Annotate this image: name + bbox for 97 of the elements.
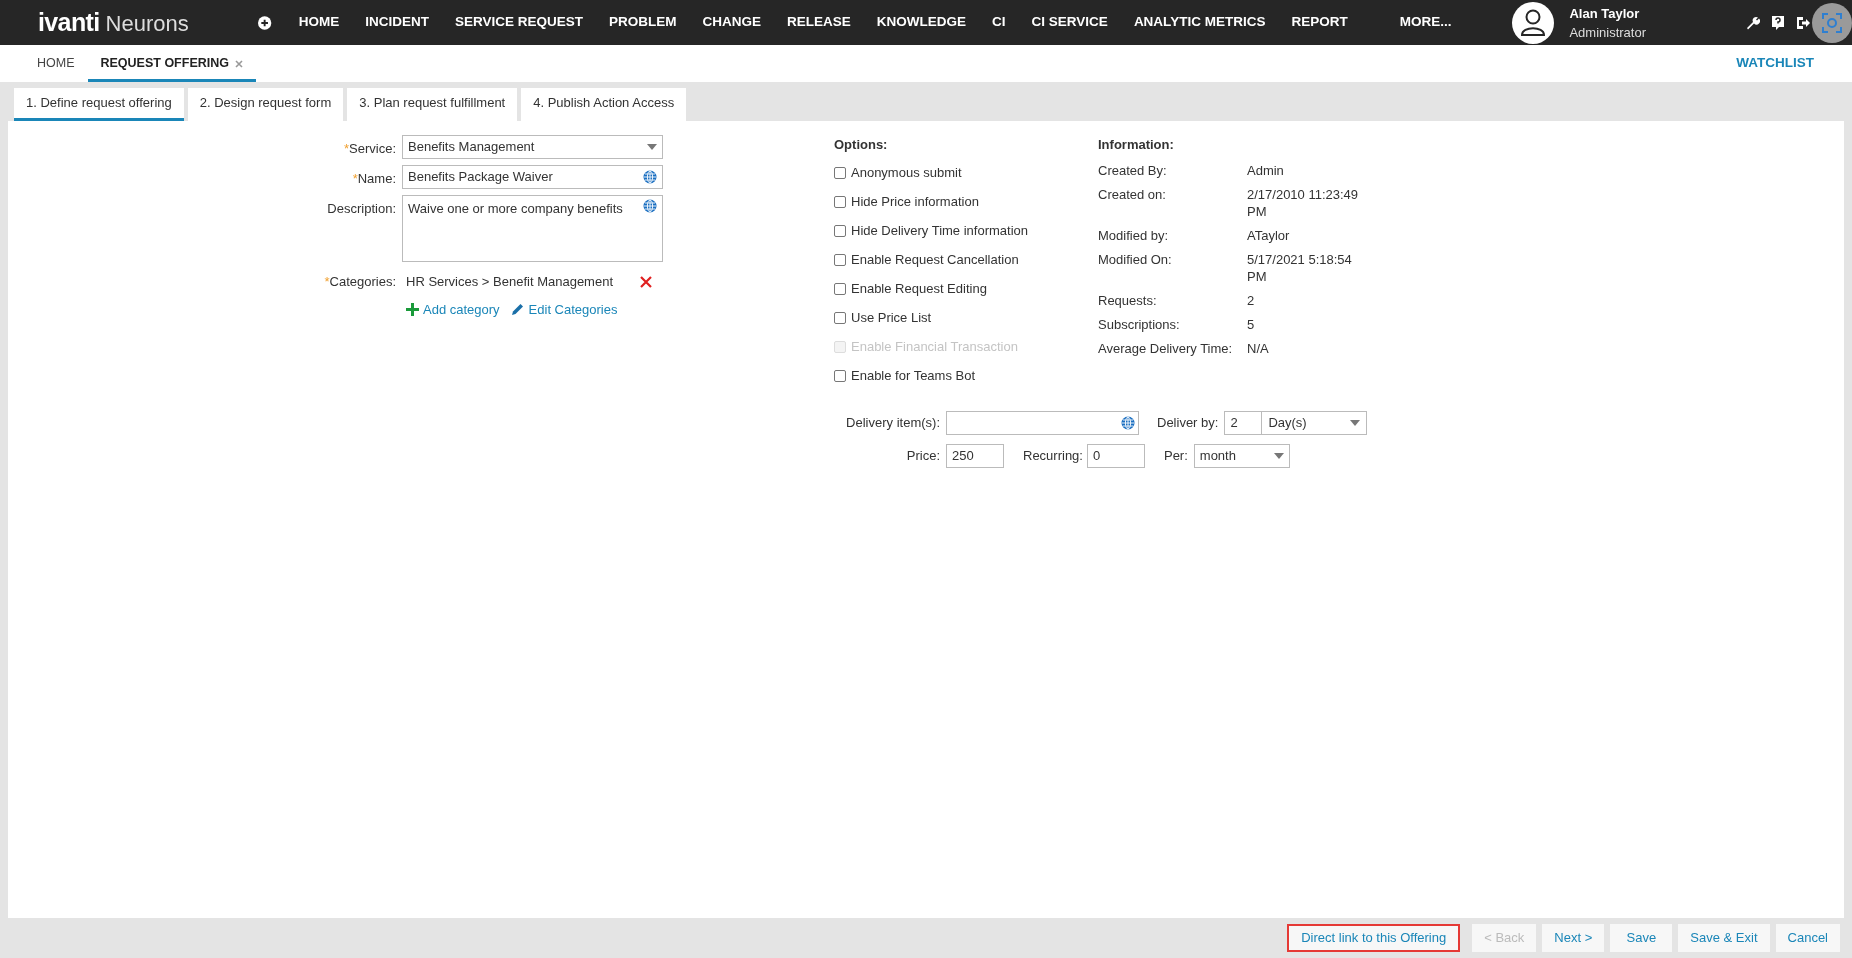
add-category-link[interactable]: Add category xyxy=(406,299,500,319)
info-value: N/A xyxy=(1247,339,1270,357)
screenshot-icon[interactable] xyxy=(1812,2,1852,43)
help-icon[interactable] xyxy=(1772,15,1784,30)
info-label: Requests: xyxy=(1098,291,1158,309)
unit-select[interactable]: Day(s) xyxy=(1262,410,1368,435)
field-label: Recurring: xyxy=(1023,446,1084,465)
remove-icon[interactable] xyxy=(640,275,652,288)
checkbox-label: Enable Request Editing xyxy=(851,280,987,299)
nav-link[interactable]: PROBLEM xyxy=(596,12,690,33)
category-value: HR Services > Benefit Management xyxy=(406,273,614,291)
checkbox[interactable] xyxy=(834,254,846,266)
service-select[interactable]: Benefits Management xyxy=(402,135,663,159)
nav-link[interactable]: REPORT xyxy=(1278,12,1361,33)
footer-button[interactable]: Direct link to this Offering xyxy=(1287,924,1461,952)
info-label: Modified by: xyxy=(1098,226,1170,244)
nav-link[interactable]: RELEASE xyxy=(774,12,864,33)
user-name: Alan Taylor xyxy=(1569,4,1641,23)
logo[interactable]: ivanti Neurons xyxy=(38,3,259,42)
info-value: 5 xyxy=(1247,315,1256,333)
plus-icon xyxy=(406,302,419,316)
checkbox-label: Anonymous submit xyxy=(851,164,962,183)
checkbox-label: Enable Request Cancellation xyxy=(851,251,1019,270)
step-tab[interactable]: 2. Design request form xyxy=(187,88,344,121)
watchlist-link[interactable]: WATCHLIST xyxy=(1736,53,1814,74)
nav-link[interactable]: KNOWLEDGE xyxy=(863,12,980,33)
recurring-field[interactable]: 0 xyxy=(1086,443,1145,468)
close-icon[interactable] xyxy=(235,59,243,68)
edit-categories-link[interactable]: Edit Categories xyxy=(511,299,618,319)
information-heading: Information: xyxy=(1098,136,1175,154)
price-field[interactable]: 250 xyxy=(946,443,1004,468)
info-label: Created on: xyxy=(1098,185,1167,204)
globe-icon[interactable] xyxy=(643,199,657,213)
required-mark: * xyxy=(352,170,358,188)
checkbox-label: Enable Financial Transaction xyxy=(851,338,1018,357)
field-label: Name: xyxy=(357,170,396,188)
avatar-icon[interactable] xyxy=(1512,1,1555,44)
per-select[interactable]: month xyxy=(1193,443,1290,468)
checkbox[interactable] xyxy=(834,196,846,208)
info-value: 5/17/2021 5:18:54 PM xyxy=(1247,250,1353,285)
nav-link[interactable]: SERVICE REQUEST xyxy=(442,12,597,33)
options-heading: Options: xyxy=(834,136,889,154)
info-label: Created By: xyxy=(1098,161,1168,179)
info-value: 2 xyxy=(1247,291,1256,309)
caret-icon xyxy=(647,144,657,150)
checkbox-label: Hide Delivery Time information xyxy=(851,222,1028,241)
logout-icon[interactable] xyxy=(1796,15,1810,30)
name-field[interactable]: Benefits Package Waiver xyxy=(402,165,663,189)
info-label: Average Delivery Time: xyxy=(1098,339,1234,357)
required-mark: * xyxy=(324,273,330,291)
wrench-icon[interactable] xyxy=(1746,15,1760,30)
add-icon[interactable] xyxy=(258,15,272,30)
nav-link[interactable]: INCIDENT xyxy=(352,12,442,33)
checkbox-label: Use Price List xyxy=(851,309,932,328)
nav-link[interactable]: ANALYTIC METRICS xyxy=(1120,12,1279,33)
step-tab[interactable]: 4. Publish Action Access xyxy=(521,88,687,121)
info-value: 2/17/2010 11:23:49 PM xyxy=(1247,185,1360,220)
page-tab[interactable]: HOME xyxy=(24,45,88,82)
field-label: Categories: xyxy=(329,273,396,291)
checkbox[interactable] xyxy=(834,283,846,295)
nav-link[interactable]: MORE... xyxy=(1386,12,1465,33)
delivery-items-field[interactable] xyxy=(946,410,1139,435)
field-label: Description: xyxy=(327,200,396,218)
caret-icon xyxy=(1350,419,1361,426)
field-label: Deliver by: xyxy=(1157,413,1220,432)
required-mark: * xyxy=(343,140,350,158)
footer-button[interactable]: Cancel xyxy=(1775,924,1840,952)
nav-link[interactable]: HOME xyxy=(285,12,353,33)
user-role: Administrator xyxy=(1569,23,1646,42)
nav-link[interactable]: CHANGE xyxy=(689,12,775,33)
field-label: Per: xyxy=(1163,446,1189,465)
footer-button[interactable]: Next > xyxy=(1542,924,1605,952)
globe-icon[interactable] xyxy=(1121,415,1135,430)
step-tab[interactable]: 1. Define request offering xyxy=(14,88,184,121)
globe-icon[interactable] xyxy=(643,170,657,184)
footer-button[interactable]: Save xyxy=(1610,924,1673,952)
info-value: ATaylor xyxy=(1247,226,1291,244)
info-value: Admin xyxy=(1247,161,1285,179)
checkbox[interactable] xyxy=(834,312,846,324)
info-label: Modified On: xyxy=(1098,250,1173,269)
caret-icon xyxy=(1273,452,1284,459)
footer-button[interactable]: Save & Exit xyxy=(1678,924,1770,952)
field-label: Delivery item(s): xyxy=(845,413,941,432)
checkbox-label: Enable for Teams Bot xyxy=(851,367,976,386)
field-label: Price: xyxy=(905,446,941,465)
checkbox[interactable] xyxy=(834,225,846,237)
deliver-by-field[interactable]: 2 xyxy=(1224,410,1263,435)
field-label: Service: xyxy=(349,140,396,158)
pencil-icon xyxy=(511,303,524,316)
checkbox[interactable] xyxy=(834,167,846,179)
checkbox-label: Hide Price information xyxy=(851,193,979,212)
nav-link[interactable]: CI SERVICE xyxy=(1018,12,1121,33)
step-tab[interactable]: 3. Plan request fulfillment xyxy=(347,88,518,121)
description-field[interactable]: Waive one or more company benefits xyxy=(402,195,663,262)
info-label: Subscriptions: xyxy=(1098,315,1181,333)
checkbox[interactable] xyxy=(834,370,846,382)
nav-link[interactable]: CI xyxy=(979,12,1019,33)
